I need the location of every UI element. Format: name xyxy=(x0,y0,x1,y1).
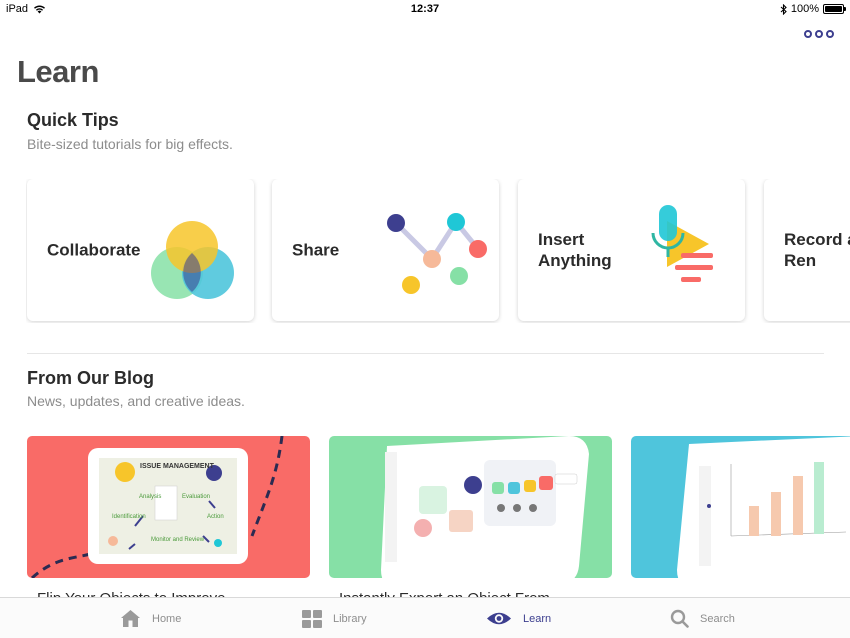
eye-icon xyxy=(487,612,511,625)
svg-text:Evaluation: Evaluation xyxy=(182,494,210,500)
status-bar: iPad 12:37 100% xyxy=(0,0,850,18)
status-time: 12:37 xyxy=(410,3,440,15)
tip-card-insert-anything[interactable]: Insert Anything xyxy=(518,179,745,321)
search-icon xyxy=(670,609,689,628)
more-options-button[interactable] xyxy=(804,30,834,38)
page-title: Learn xyxy=(17,54,99,89)
tab-bar: Home Library Learn Search xyxy=(0,597,850,638)
blog-title: From Our Blog xyxy=(27,368,154,388)
blog-post-thumbnail: ISSUE MANAGEMENT Analysis Evaluation Ide… xyxy=(27,436,310,578)
svg-text:Identification: Identification xyxy=(112,514,146,520)
export-object-illustration xyxy=(381,436,589,578)
tab-search[interactable]: Search xyxy=(670,598,735,638)
dot-icon xyxy=(804,30,812,38)
tab-home[interactable]: Home xyxy=(120,598,181,638)
library-icon xyxy=(302,609,322,628)
blog-post-card[interactable]: ISSUE MANAGEMENT Analysis Evaluation Ide… xyxy=(27,436,310,606)
blog-carousel[interactable]: ISSUE MANAGEMENT Analysis Evaluation Ide… xyxy=(26,436,850,606)
tip-card-record[interactable]: Record and Ren xyxy=(764,179,850,321)
tip-card-share[interactable]: Share xyxy=(272,179,499,321)
svg-text:Analysis: Analysis xyxy=(139,494,161,500)
quick-tips-title: Quick Tips xyxy=(27,110,119,130)
dot-icon xyxy=(815,30,823,38)
tip-card-label: Record and Ren xyxy=(784,230,850,270)
battery-icon xyxy=(823,4,846,14)
dot-icon xyxy=(826,30,834,38)
home-icon xyxy=(121,610,140,627)
tab-label: Learn xyxy=(523,612,552,625)
quick-tips-subtitle: Bite-sized tutorials for big effects. xyxy=(27,136,233,152)
share-network-icon xyxy=(387,213,487,294)
svg-text:Action: Action xyxy=(207,514,224,520)
battery-percent: 100% xyxy=(790,3,819,15)
svg-text:Monitor and Review: Monitor and Review xyxy=(151,537,205,543)
section-divider xyxy=(27,353,824,354)
venn-diagram-icon xyxy=(151,221,234,299)
tab-library[interactable]: Library xyxy=(302,598,367,638)
thumb-heading: ISSUE MANAGEMENT xyxy=(140,463,215,470)
blog-subtitle: News, updates, and creative ideas. xyxy=(27,393,245,409)
tab-label: Search xyxy=(700,612,735,625)
issue-management-illustration: ISSUE MANAGEMENT Analysis Evaluation Ide… xyxy=(30,436,284,578)
tab-label: Home xyxy=(152,612,182,625)
media-insert-icon xyxy=(651,205,713,282)
blog-post-card[interactable] xyxy=(631,436,850,606)
blog-post-thumbnail xyxy=(329,436,612,578)
tab-learn[interactable]: Learn xyxy=(486,598,551,638)
tip-card-collaborate[interactable]: Collaborate xyxy=(27,179,254,321)
quick-tips-carousel[interactable]: Collaborate Share Insert Anything Record… xyxy=(26,179,850,323)
bar-chart-illustration xyxy=(677,436,850,578)
bluetooth-icon xyxy=(780,3,787,15)
blog-post-card[interactable]: Instantly Export an Object From xyxy=(329,436,612,606)
blog-post-thumbnail xyxy=(631,436,850,578)
tab-label: Library xyxy=(333,612,367,625)
